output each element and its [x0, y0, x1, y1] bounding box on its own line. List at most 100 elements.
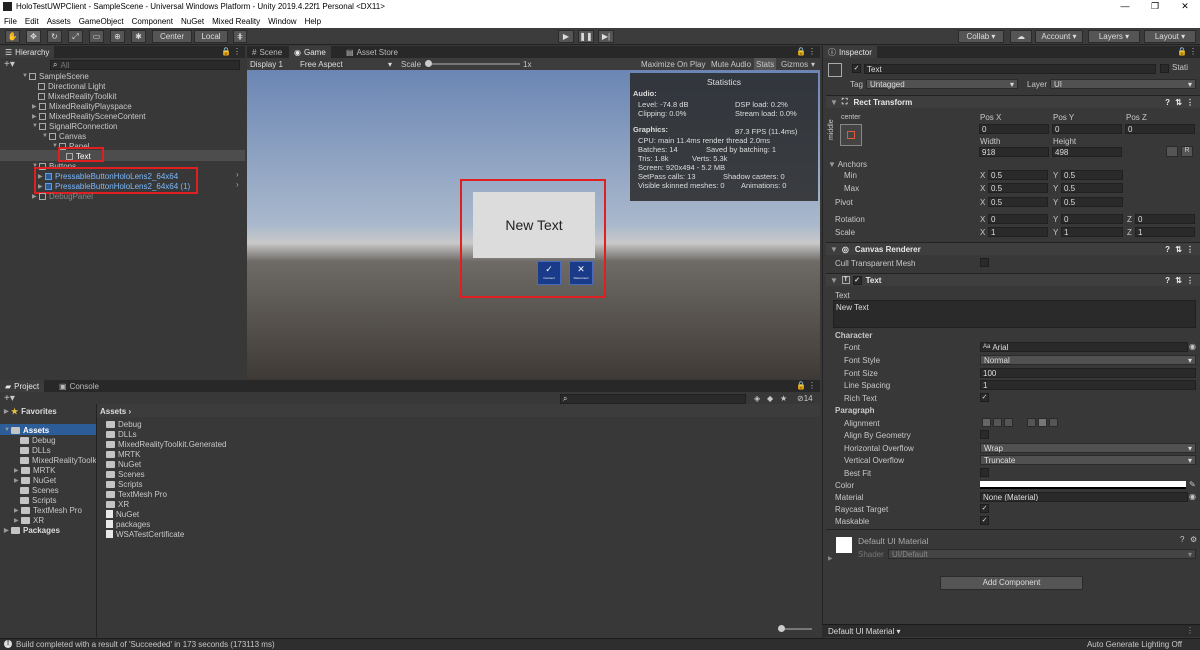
icon-size-slider-thumb[interactable] — [778, 625, 785, 632]
text-value-area[interactable]: New Text — [833, 300, 1196, 328]
align-bottom-icon[interactable] — [1049, 418, 1058, 427]
menu-component[interactable]: Component — [132, 17, 173, 26]
rot-x-field[interactable]: 0 — [988, 214, 1048, 224]
text-enabled-checkbox[interactable]: ✓ — [852, 275, 862, 285]
layout-dropdown[interactable]: Layout ▾ — [1144, 30, 1196, 43]
gizmos-dropdown[interactable]: Gizmos — [781, 60, 808, 69]
tab-inspector[interactable]: ⓘ Inspector — [823, 46, 877, 58]
create-plus-button[interactable]: +▾ — [4, 393, 15, 404]
min-y-field[interactable]: 0.5 — [1061, 170, 1123, 180]
pos-x-field[interactable]: 0 — [979, 124, 1049, 134]
close-button[interactable]: ✕ — [1170, 1, 1200, 12]
cull-transparent-checkbox[interactable] — [980, 258, 989, 267]
min-x-field[interactable]: 0.5 — [988, 170, 1048, 180]
rect-tool-icon[interactable]: ▭ — [89, 30, 104, 43]
tree-folder-textmeshpro[interactable]: ▶ TextMesh Pro — [14, 505, 82, 515]
horizontal-overflow-dropdown[interactable]: Wrap ▾ — [980, 443, 1196, 453]
account-dropdown[interactable]: Account ▾ — [1035, 30, 1083, 43]
tree-folder-debug[interactable]: Debug — [20, 435, 56, 445]
align-top-icon[interactable] — [1027, 418, 1036, 427]
mute-audio-toggle[interactable]: Mute Audio — [711, 60, 751, 69]
pivot-local-toggle[interactable]: Local — [194, 30, 228, 43]
tree-folder-mrtk-generated[interactable]: MixedRealityToolk — [20, 455, 96, 465]
font-size-field[interactable]: 100 — [980, 368, 1196, 378]
hierarchy-item-playspace[interactable]: ▶ MixedRealityPlayspace — [32, 101, 132, 111]
gear-icon[interactable]: ⚙ — [1190, 535, 1197, 544]
pos-z-field[interactable]: 0 — [1125, 124, 1195, 134]
list-item[interactable]: MixedRealityToolkit.Generated — [106, 439, 227, 449]
menu-window[interactable]: Window — [268, 17, 296, 26]
chevron-down-icon[interactable]: ▾ — [811, 60, 815, 69]
font-style-dropdown[interactable]: Normal ▾ — [980, 355, 1196, 365]
align-left-icon[interactable] — [982, 418, 991, 427]
raw-edit-button[interactable]: R — [1181, 146, 1193, 157]
hierarchy-search-input[interactable]: ⌕ All — [50, 60, 240, 70]
display-dropdown[interactable]: Display 1 — [247, 59, 295, 69]
grid-snap-icon[interactable]: ⋕ — [233, 30, 247, 43]
kebab-menu-icon[interactable]: ⋮ — [1186, 276, 1194, 285]
align-by-geometry-checkbox[interactable] — [980, 430, 989, 439]
project-search-input[interactable]: ⌕ — [560, 394, 746, 404]
hand-tool-icon[interactable]: ✋ — [5, 30, 20, 43]
kebab-menu-icon[interactable]: ⋮ — [808, 47, 816, 56]
list-item[interactable]: Scripts — [106, 479, 142, 489]
scale-slider-thumb[interactable] — [425, 60, 432, 67]
tree-assets[interactable]: ▼ Assets — [4, 425, 49, 435]
max-x-field[interactable]: 0.5 — [988, 183, 1048, 193]
list-item[interactable]: MRTK — [106, 449, 141, 459]
scale-tool-icon[interactable]: ⤢ — [68, 30, 83, 43]
status-message[interactable]: Build completed with a result of 'Succee… — [16, 640, 275, 649]
breadcrumb[interactable]: Assets › — [100, 406, 131, 416]
align-center-icon[interactable] — [993, 418, 1002, 427]
preset-icon[interactable]: ⇅ — [1175, 276, 1182, 285]
align-middle-icon[interactable] — [1038, 418, 1047, 427]
menu-assets[interactable]: Assets — [47, 17, 71, 26]
eyedropper-icon[interactable]: ✎ — [1189, 480, 1196, 489]
object-picker-icon[interactable]: ◉ — [1189, 492, 1196, 501]
pivot-x-field[interactable]: 0.5 — [988, 197, 1048, 207]
rich-text-checkbox[interactable]: ✓ — [980, 393, 989, 402]
scale-z-field[interactable]: 1 — [1135, 227, 1195, 237]
line-spacing-field[interactable]: 1 — [980, 380, 1196, 390]
tree-folder-dlls[interactable]: DLLs — [20, 445, 51, 455]
rect-transform-header[interactable]: ▼ ⛶ Rect Transform? ⇅ ⋮ — [826, 95, 1200, 108]
help-icon[interactable]: ? — [1165, 276, 1170, 285]
custom-tool-icon[interactable]: ✱ — [131, 30, 146, 43]
kebab-menu-icon[interactable]: ⋮ — [233, 47, 241, 56]
height-field[interactable]: 498 — [1052, 147, 1122, 157]
maximize-on-play-toggle[interactable]: Maximize On Play — [641, 60, 705, 69]
menu-nuget[interactable]: NuGet — [181, 17, 204, 26]
menu-help[interactable]: Help — [305, 17, 321, 26]
preset-icon[interactable]: ⇅ — [1175, 98, 1182, 107]
lock-icon[interactable]: 🔒 — [221, 47, 231, 56]
filter-label-icon[interactable]: ◆ — [767, 394, 773, 403]
tree-folder-scenes[interactable]: Scenes — [20, 485, 59, 495]
add-component-button[interactable]: Add Component — [940, 576, 1083, 590]
kebab-menu-icon[interactable]: ⋮ — [1186, 98, 1194, 107]
kebab-menu-icon[interactable]: ⋮ — [808, 381, 816, 390]
transform-tool-icon[interactable]: ⊕ — [110, 30, 125, 43]
chevron-right-icon[interactable]: › — [236, 180, 239, 189]
text-component-header[interactable]: ▼ T ✓ Text? ⇅ ⋮ — [826, 273, 1200, 286]
font-field[interactable]: Aa Arial — [980, 342, 1188, 352]
canvas-renderer-header[interactable]: ▼ ◎ Canvas Renderer? ⇅ ⋮ — [826, 242, 1200, 255]
hierarchy-item-canvas[interactable]: ▼ Canvas — [42, 131, 86, 141]
tab-game[interactable]: ◉ Game — [289, 46, 331, 58]
pivot-y-field[interactable]: 0.5 — [1061, 197, 1123, 207]
list-item[interactable]: NuGet — [106, 459, 141, 469]
maskable-checkbox[interactable]: ✓ — [980, 516, 989, 525]
tag-dropdown[interactable]: Untagged ▾ — [866, 79, 1018, 89]
rot-z-field[interactable]: 0 — [1135, 214, 1195, 224]
stats-toggle[interactable]: Stats — [754, 58, 777, 70]
scale-x-field[interactable]: 1 — [988, 227, 1048, 237]
menu-edit[interactable]: Edit — [25, 17, 39, 26]
static-checkbox[interactable] — [1160, 64, 1169, 73]
active-checkbox[interactable]: ✓ — [852, 64, 861, 73]
kebab-menu-icon[interactable]: ⋮ — [1189, 47, 1197, 56]
layers-dropdown[interactable]: Layers ▾ — [1088, 30, 1140, 43]
filter-type-icon[interactable]: ◈ — [754, 394, 760, 403]
hierarchy-item-directional-light[interactable]: Directional Light — [38, 81, 105, 91]
hierarchy-item-debugpanel[interactable]: ▶ DebugPanel — [32, 191, 93, 201]
list-item[interactable]: TextMesh Pro — [106, 489, 167, 499]
tree-favorites[interactable]: ▶ ★ Favorites — [4, 406, 57, 416]
